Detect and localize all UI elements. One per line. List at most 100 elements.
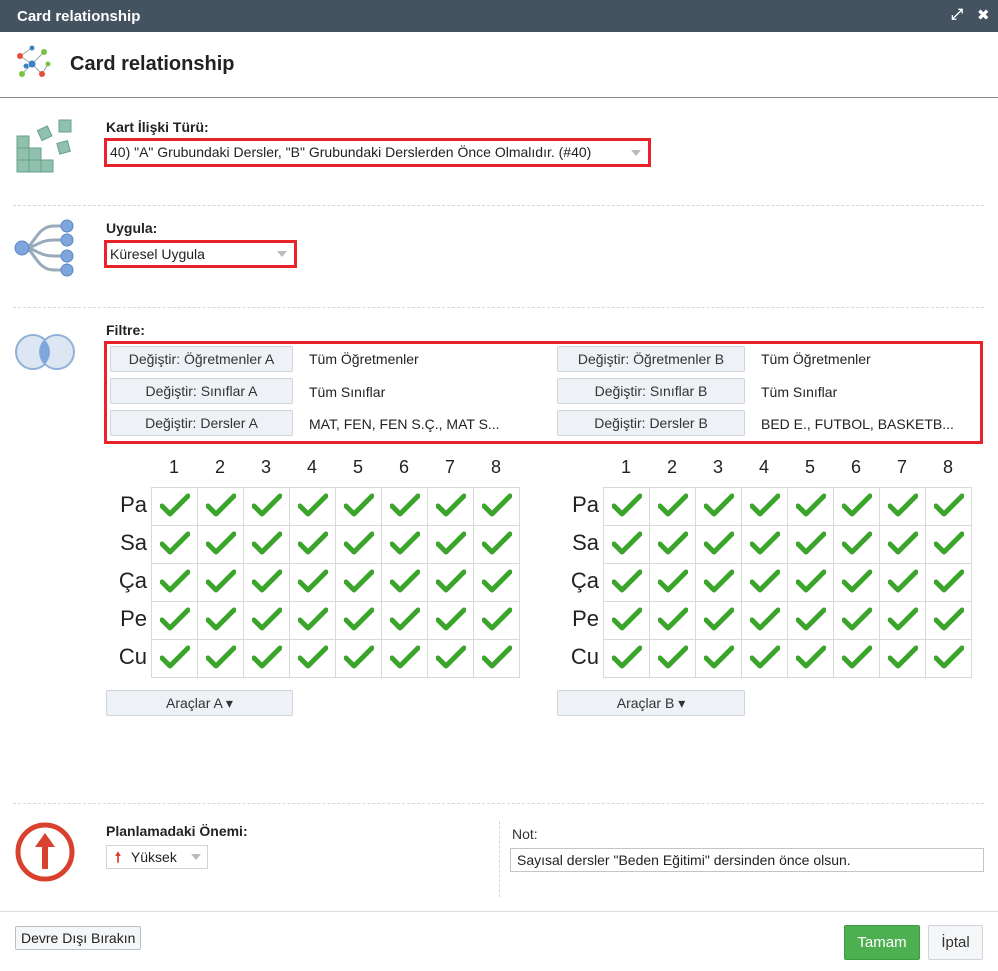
change-teachers-b-button[interactable]: Değiştir: Öğretmenler B xyxy=(557,346,745,372)
change-teachers-a-button[interactable]: Değiştir: Öğretmenler A xyxy=(110,346,293,372)
grid-cell[interactable] xyxy=(879,601,926,640)
grid-cell[interactable] xyxy=(197,525,244,564)
grid-cell[interactable] xyxy=(695,487,742,526)
change-lessons-a-button[interactable]: Değiştir: Dersler A xyxy=(110,410,293,436)
grid-cell[interactable] xyxy=(289,525,336,564)
grid-cell[interactable] xyxy=(289,563,336,602)
day-label-b-5[interactable]: Cu xyxy=(559,644,599,670)
grid-cell[interactable] xyxy=(879,639,926,678)
grid-cell[interactable] xyxy=(151,563,198,602)
grid-cell[interactable] xyxy=(427,601,474,640)
ok-button[interactable]: Tamam xyxy=(844,925,920,960)
grid-cell[interactable] xyxy=(833,563,880,602)
cancel-button[interactable]: İptal xyxy=(928,925,983,960)
grid-cell[interactable] xyxy=(197,639,244,678)
grid-cell[interactable] xyxy=(879,487,926,526)
day-label-a-5[interactable]: Cu xyxy=(107,644,147,670)
tools-b-button[interactable]: Araçlar B ▾ xyxy=(557,690,745,716)
grid-cell[interactable] xyxy=(243,639,290,678)
period-header-b-3[interactable]: 3 xyxy=(695,457,741,478)
period-header-b-6[interactable]: 6 xyxy=(833,457,879,478)
grid-cell[interactable] xyxy=(197,487,244,526)
grid-cell[interactable] xyxy=(787,487,834,526)
period-header-a-7[interactable]: 7 xyxy=(427,457,473,478)
day-label-a-1[interactable]: Pa xyxy=(107,492,147,518)
grid-cell[interactable] xyxy=(473,639,520,678)
close-icon[interactable]: ✖ xyxy=(977,6,990,24)
grid-cell[interactable] xyxy=(243,487,290,526)
grid-cell[interactable] xyxy=(243,563,290,602)
grid-cell[interactable] xyxy=(603,525,650,564)
day-label-a-3[interactable]: Ça xyxy=(107,568,147,594)
grid-cell[interactable] xyxy=(427,639,474,678)
day-label-b-1[interactable]: Pa xyxy=(559,492,599,518)
day-label-b-2[interactable]: Sa xyxy=(559,530,599,556)
tools-a-button[interactable]: Araçlar A ▾ xyxy=(106,690,293,716)
grid-cell[interactable] xyxy=(151,487,198,526)
grid-cell[interactable] xyxy=(649,525,696,564)
grid-cell[interactable] xyxy=(787,639,834,678)
grid-cell[interactable] xyxy=(695,563,742,602)
apply-select[interactable]: Küresel Uygula xyxy=(108,244,293,264)
period-header-b-1[interactable]: 1 xyxy=(603,457,649,478)
grid-cell[interactable] xyxy=(649,601,696,640)
day-label-b-3[interactable]: Ça xyxy=(559,568,599,594)
grid-cell[interactable] xyxy=(741,639,788,678)
grid-cell[interactable] xyxy=(925,487,972,526)
grid-cell[interactable] xyxy=(151,525,198,564)
grid-cell[interactable] xyxy=(695,639,742,678)
grid-cell[interactable] xyxy=(151,601,198,640)
note-input[interactable]: Sayısal dersler "Beden Eğitimi" dersinde… xyxy=(510,848,984,872)
period-header-a-8[interactable]: 8 xyxy=(473,457,519,478)
grid-cell[interactable] xyxy=(381,487,428,526)
day-label-a-4[interactable]: Pe xyxy=(107,606,147,632)
grid-cell[interactable] xyxy=(151,639,198,678)
day-label-b-4[interactable]: Pe xyxy=(559,606,599,632)
grid-cell[interactable] xyxy=(335,487,382,526)
period-header-a-5[interactable]: 5 xyxy=(335,457,381,478)
grid-cell[interactable] xyxy=(243,601,290,640)
change-classes-b-button[interactable]: Değiştir: Sınıflar B xyxy=(557,378,745,404)
grid-cell[interactable] xyxy=(695,601,742,640)
grid-cell[interactable] xyxy=(649,639,696,678)
grid-cell[interactable] xyxy=(833,601,880,640)
grid-cell[interactable] xyxy=(335,639,382,678)
maximize-icon[interactable]: ⤢ xyxy=(951,6,963,23)
period-header-a-2[interactable]: 2 xyxy=(197,457,243,478)
period-header-a-3[interactable]: 3 xyxy=(243,457,289,478)
grid-cell[interactable] xyxy=(603,563,650,602)
grid-cell[interactable] xyxy=(741,563,788,602)
grid-cell[interactable] xyxy=(925,563,972,602)
grid-cell[interactable] xyxy=(289,601,336,640)
importance-select[interactable]: 🠕 Yüksek xyxy=(106,845,208,869)
grid-cell[interactable] xyxy=(603,639,650,678)
grid-cell[interactable] xyxy=(473,487,520,526)
grid-cell[interactable] xyxy=(879,563,926,602)
grid-cell[interactable] xyxy=(381,639,428,678)
grid-cell[interactable] xyxy=(879,525,926,564)
period-header-a-1[interactable]: 1 xyxy=(151,457,197,478)
period-header-b-4[interactable]: 4 xyxy=(741,457,787,478)
grid-cell[interactable] xyxy=(741,525,788,564)
grid-cell[interactable] xyxy=(603,601,650,640)
grid-cell[interactable] xyxy=(925,525,972,564)
grid-cell[interactable] xyxy=(787,601,834,640)
grid-cell[interactable] xyxy=(335,601,382,640)
grid-cell[interactable] xyxy=(427,487,474,526)
grid-cell[interactable] xyxy=(473,601,520,640)
grid-cell[interactable] xyxy=(335,525,382,564)
grid-cell[interactable] xyxy=(381,525,428,564)
period-header-a-4[interactable]: 4 xyxy=(289,457,335,478)
grid-cell[interactable] xyxy=(925,601,972,640)
grid-cell[interactable] xyxy=(381,601,428,640)
grid-cell[interactable] xyxy=(787,525,834,564)
grid-cell[interactable] xyxy=(833,525,880,564)
grid-cell[interactable] xyxy=(603,487,650,526)
period-header-a-6[interactable]: 6 xyxy=(381,457,427,478)
grid-cell[interactable] xyxy=(695,525,742,564)
grid-cell[interactable] xyxy=(649,563,696,602)
grid-cell[interactable] xyxy=(197,563,244,602)
disable-button[interactable]: Devre Dışı Bırakın xyxy=(15,926,142,950)
period-header-b-7[interactable]: 7 xyxy=(879,457,925,478)
grid-cell[interactable] xyxy=(473,563,520,602)
